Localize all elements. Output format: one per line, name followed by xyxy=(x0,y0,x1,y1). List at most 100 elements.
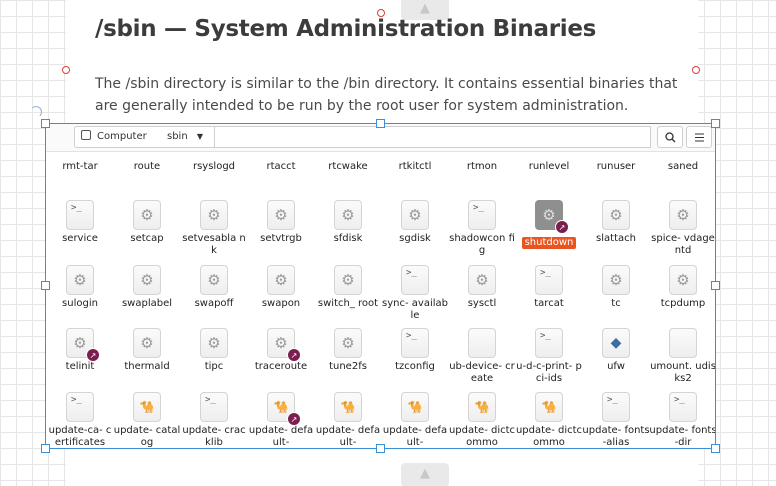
terminal-icon: >_ xyxy=(669,392,697,422)
gear-icon: ⚙ xyxy=(334,328,362,358)
expand-up-icon: ▲ xyxy=(420,466,430,481)
file-icon xyxy=(669,328,697,358)
bottom-nub[interactable]: ▲ xyxy=(401,463,449,486)
resize-handle[interactable] xyxy=(376,444,385,453)
file-item[interactable]: runlevel xyxy=(515,158,583,173)
file-item[interactable]: ⚙ swaplabel xyxy=(113,265,181,310)
file-item[interactable]: >_ sync- available xyxy=(381,265,449,322)
file-icon xyxy=(468,328,496,358)
gear-icon: ⚙ xyxy=(334,200,362,230)
file-item[interactable]: route xyxy=(113,158,181,173)
terminal-icon: >_ xyxy=(401,265,429,295)
file-item[interactable]: rtkitctl xyxy=(381,158,449,173)
symlink-badge-icon: ↗ xyxy=(287,348,301,362)
file-item[interactable]: 🐪 update- catalog xyxy=(113,392,181,448)
terminal-icon: >_ xyxy=(602,392,630,422)
perl-icon: 🐪 xyxy=(334,392,362,422)
view-toggle-button[interactable] xyxy=(686,126,712,148)
file-item[interactable]: ⚙ spice- vdagentd xyxy=(649,200,715,257)
breadcrumb-computer[interactable]: Computer xyxy=(74,126,160,148)
terminal-icon: >_ xyxy=(535,265,563,295)
file-item[interactable]: >_ tarcat xyxy=(515,265,583,310)
gear-icon: ⚙ xyxy=(267,200,295,230)
file-item[interactable]: ⚙ ↗ telinit xyxy=(46,328,114,373)
resize-handle[interactable] xyxy=(711,444,720,453)
search-button[interactable] xyxy=(657,126,683,148)
file-item[interactable]: 🐪 update- default- xyxy=(314,392,382,448)
file-item[interactable]: ⚙ sfdisk xyxy=(314,200,382,245)
file-item[interactable]: rtacct xyxy=(247,158,315,173)
file-item[interactable]: saned xyxy=(649,158,715,173)
file-item[interactable]: >_ update- fonts-dir xyxy=(649,392,715,448)
gear-icon: ⚙ xyxy=(669,265,697,295)
file-item[interactable]: ⚙ sysctl xyxy=(448,265,516,310)
file-item[interactable]: ⚙ thermald xyxy=(113,328,181,373)
file-item[interactable]: >_ service xyxy=(46,200,114,245)
resize-handle[interactable] xyxy=(711,281,720,290)
resize-handle[interactable] xyxy=(41,281,50,290)
symlink-badge-icon: ↗ xyxy=(555,220,569,234)
file-item[interactable]: ⚙ sulogin xyxy=(46,265,114,310)
file-item[interactable]: ub-device- create xyxy=(448,328,516,385)
file-manager-screenshot: Computer sbin ▼ rmt-tar route rsyslogd r… xyxy=(45,123,716,449)
file-item[interactable]: rtcwake xyxy=(314,158,382,173)
file-item-selected[interactable]: ⚙ ↗ shutdown xyxy=(515,200,583,249)
file-item[interactable]: ⚙ switch_ root xyxy=(314,265,382,310)
gear-icon: ⚙ xyxy=(133,265,161,295)
file-grid: rmt-tar route rsyslogd rtacct rtcwake rt… xyxy=(46,152,715,448)
file-item[interactable]: 🐪 update- default- xyxy=(381,392,449,448)
gear-icon: ⚙ xyxy=(200,328,228,358)
resize-handle[interactable] xyxy=(41,444,50,453)
file-item[interactable]: 🐪 ↗ update- default- xyxy=(247,392,315,448)
gear-icon: ⚙ xyxy=(66,265,94,295)
list-view-icon xyxy=(694,133,704,142)
gear-icon: ⚙ xyxy=(200,265,228,295)
file-item[interactable]: ⚙ ↗ traceroute xyxy=(247,328,315,373)
rotate-handle-icon[interactable] xyxy=(30,106,42,118)
file-item[interactable]: rmt-tar xyxy=(46,158,114,173)
file-item[interactable]: runuser xyxy=(582,158,650,173)
file-item[interactable]: ⚙ swapon xyxy=(247,265,315,310)
file-item[interactable]: ⚙ setcap xyxy=(113,200,181,245)
file-item[interactable]: 🐪 update- dictcommo xyxy=(448,392,516,448)
file-item[interactable]: ⚙ swapoff xyxy=(180,265,248,310)
description-paragraph: The /sbin directory is similar to the /b… xyxy=(95,76,678,114)
resize-handle[interactable] xyxy=(376,119,385,128)
gear-icon: ⚙ xyxy=(133,200,161,230)
file-item[interactable]: ⚙ tipc xyxy=(180,328,248,373)
gear-icon: ⚙ xyxy=(334,265,362,295)
file-item[interactable]: rsyslogd xyxy=(180,158,248,173)
gear-icon: ⚙ xyxy=(200,200,228,230)
file-item[interactable]: >_ tzconfig xyxy=(381,328,449,373)
file-item[interactable]: >_ update-ca- certificates xyxy=(46,392,114,448)
file-item[interactable]: ⚙ tc xyxy=(582,265,650,310)
gear-icon: ⚙ xyxy=(401,200,429,230)
resize-handle[interactable] xyxy=(41,119,50,128)
breadcrumb-sbin[interactable]: sbin ▼ xyxy=(159,126,215,148)
file-item[interactable]: ⚙ tune2fs xyxy=(314,328,382,373)
resize-handle[interactable] xyxy=(711,119,720,128)
file-item[interactable]: ⚙ tcpdump xyxy=(649,265,715,310)
terminal-icon: >_ xyxy=(468,200,496,230)
file-item[interactable]: umount. udisks2 xyxy=(649,328,715,385)
terminal-icon: >_ xyxy=(535,328,563,358)
gear-icon: ⚙ xyxy=(669,200,697,230)
file-item[interactable]: >_ shadowcon fig xyxy=(448,200,516,257)
file-item[interactable]: ◆ ufw xyxy=(582,328,650,373)
python-icon: ◆ xyxy=(602,328,630,358)
file-item[interactable]: ⚙ setvesabla nk xyxy=(180,200,248,257)
anchor-point-icon[interactable] xyxy=(62,66,70,74)
file-item[interactable]: ⚙ sgdisk xyxy=(381,200,449,245)
path-bar-fill xyxy=(215,126,651,148)
file-item[interactable]: rtmon xyxy=(448,158,516,173)
file-item[interactable]: >_ update- fonts-alias xyxy=(582,392,650,448)
drive-icon xyxy=(81,130,91,140)
file-item[interactable]: >_ update- cracklib xyxy=(180,392,248,448)
file-item[interactable]: ⚙ setvtrgb xyxy=(247,200,315,245)
file-item[interactable]: ⚙ slattach xyxy=(582,200,650,245)
gear-icon: ⚙ ↗ xyxy=(535,200,569,234)
perl-icon: 🐪 xyxy=(133,392,161,422)
perl-icon: 🐪 xyxy=(468,392,496,422)
file-item[interactable]: 🐪 update- dictcommo xyxy=(515,392,583,448)
file-item[interactable]: >_ u-d-c-print- pci-ids xyxy=(515,328,583,385)
